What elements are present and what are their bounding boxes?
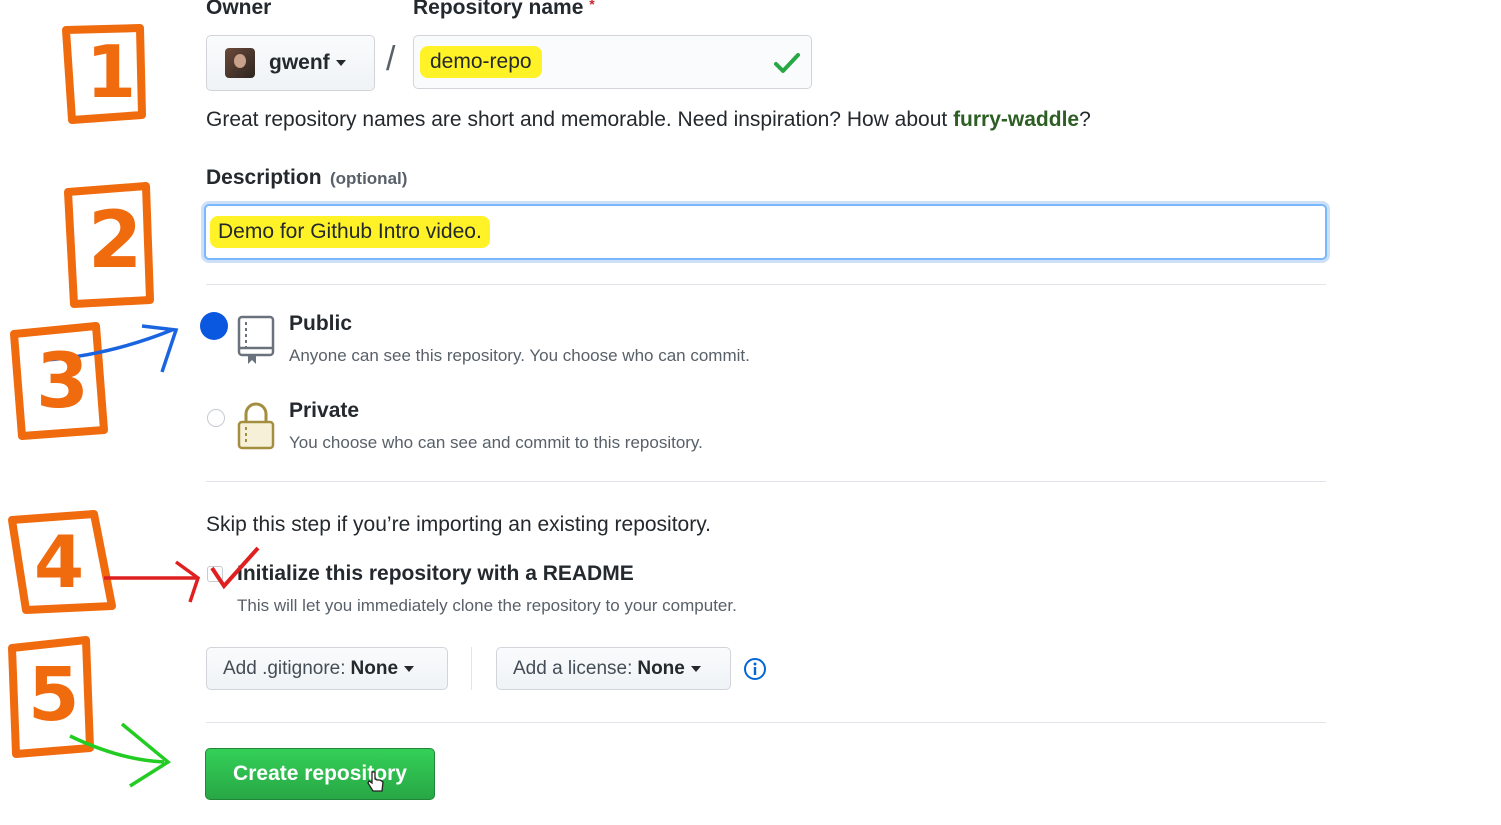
annotation-step-3: 3 — [36, 336, 89, 425]
annotation-step-4: 4 — [34, 520, 85, 604]
annotation-step-2: 2 — [88, 196, 143, 286]
annotation-step-1: 1 — [86, 30, 137, 114]
annotation-step-5: 5 — [28, 652, 80, 738]
annotation-layer — [8, 24, 260, 788]
